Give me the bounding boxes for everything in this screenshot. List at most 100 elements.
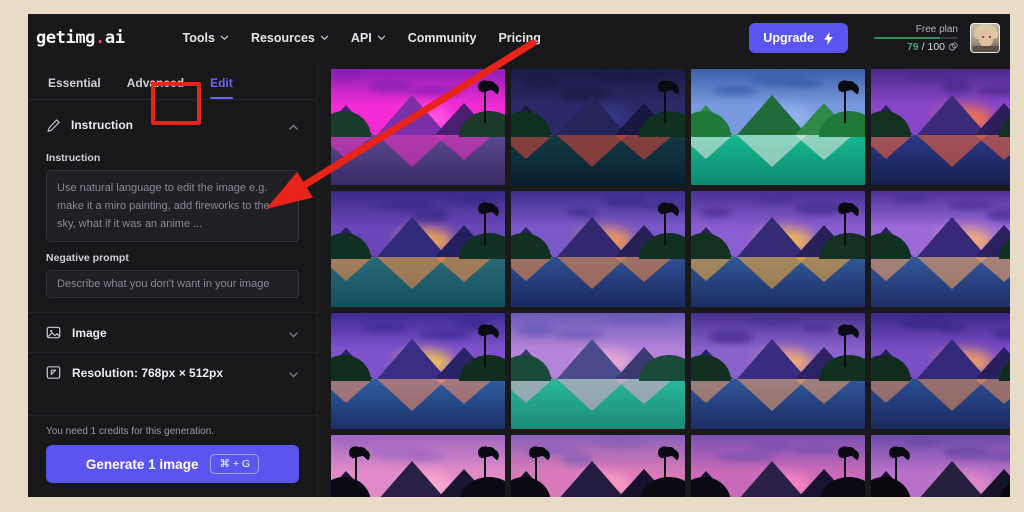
user-avatar[interactable] — [970, 23, 1000, 53]
brand-logo[interactable]: getimg.ai — [28, 28, 125, 48]
image-cloud — [715, 452, 775, 461]
nav-item-tools[interactable]: Tools — [183, 31, 229, 45]
nav-item-resources[interactable]: Resources — [251, 31, 329, 45]
image-cloud — [745, 316, 803, 325]
top-header: getimg.ai Tools Resources API Community — [28, 14, 1010, 62]
tab-edit-label: Edit — [210, 76, 233, 90]
instruction-section-title: Instruction — [71, 118, 133, 132]
image-palm-tree — [834, 199, 862, 245]
image-reflection — [691, 379, 733, 404]
image-section-row[interactable]: Image — [28, 312, 317, 352]
gallery-tile[interactable] — [511, 313, 685, 429]
palm-trunk — [844, 453, 846, 489]
chevron-up-icon — [288, 120, 299, 131]
image-cloud — [906, 438, 939, 447]
gallery-tile[interactable] — [331, 435, 505, 497]
nav-item-community[interactable]: Community — [408, 31, 477, 45]
gallery-tile[interactable] — [871, 69, 1010, 185]
gallery-tile[interactable] — [331, 191, 505, 307]
image-reflection — [615, 257, 673, 283]
negative-prompt-input[interactable] — [46, 270, 299, 298]
image-reflection — [871, 257, 913, 282]
generated-image — [871, 191, 1010, 307]
palm-trunk — [484, 331, 486, 367]
resolution-section-row[interactable]: Resolution: 768px × 512px — [28, 352, 317, 392]
nav-item-pricing[interactable]: Pricing — [498, 31, 540, 45]
image-reflection — [331, 257, 373, 282]
image-palm-tree — [345, 443, 373, 489]
generated-image — [331, 191, 505, 307]
chevron-down-icon — [320, 33, 329, 42]
credits-progress-fill — [874, 36, 941, 39]
main-nav: Tools Resources API Community Pricing — [183, 31, 541, 45]
gallery-tile[interactable] — [871, 435, 1010, 497]
image-section-label: Image — [72, 325, 107, 340]
generated-image — [511, 313, 685, 429]
gallery-tile[interactable] — [691, 435, 865, 497]
image-cloud — [405, 86, 461, 95]
gallery-tile[interactable] — [511, 435, 685, 497]
palm-trunk — [664, 453, 666, 489]
upgrade-button[interactable]: Upgrade — [749, 23, 848, 53]
image-palm-tree — [474, 443, 502, 489]
image-reflection — [691, 135, 733, 160]
image-palm-tree — [885, 443, 913, 489]
palm-trunk — [535, 453, 537, 489]
palm-trunk — [484, 453, 486, 489]
app-window: getimg.ai Tools Resources API Community — [28, 14, 1010, 497]
lightning-bolt-icon — [823, 31, 834, 45]
negative-prompt-label: Negative prompt — [46, 252, 129, 264]
image-reflection — [795, 135, 853, 161]
gallery-tile[interactable] — [511, 191, 685, 307]
image-reflection — [511, 257, 553, 282]
instruction-input[interactable] — [46, 170, 299, 242]
gallery-tile[interactable] — [691, 69, 865, 185]
tab-essential[interactable]: Essential — [48, 76, 101, 99]
palm-trunk — [355, 453, 357, 489]
logo-text: getimg — [36, 28, 96, 48]
tab-edit[interactable]: Edit — [210, 76, 233, 99]
instruction-label: Instruction — [46, 152, 101, 164]
gallery-tile[interactable] — [331, 69, 505, 185]
nav-label-community: Community — [407, 31, 477, 45]
gallery-tile[interactable] — [871, 191, 1010, 307]
image-palm-tree — [474, 77, 502, 123]
generate-footer: You need 1 credits for this generation. … — [28, 415, 317, 497]
gallery-tile[interactable] — [511, 69, 685, 185]
plan-usage[interactable]: Free plan 79 / 100 — [874, 24, 958, 53]
tab-advanced[interactable]: Advanced — [127, 76, 184, 99]
image-cloud — [752, 438, 791, 452]
gallery-tile[interactable] — [691, 191, 865, 307]
chevron-down-icon — [288, 327, 299, 338]
image-cloud — [713, 86, 757, 95]
image-cloud — [948, 201, 993, 210]
generated-image — [691, 191, 865, 307]
palm-trunk — [844, 87, 846, 123]
resolution-section-label: Resolution: 768px × 512px — [72, 365, 224, 380]
generated-image — [331, 435, 505, 497]
instruction-section-header[interactable]: Instruction — [28, 108, 317, 142]
generated-image — [511, 435, 685, 497]
image-palm-tree — [834, 77, 862, 123]
generated-image — [871, 69, 1010, 185]
generate-button[interactable]: Generate 1 image ⌘ + G — [46, 445, 299, 483]
image-cloud — [941, 79, 971, 93]
palm-trunk — [484, 209, 486, 245]
gallery-tile[interactable] — [691, 313, 865, 429]
image-cloud — [801, 323, 833, 332]
credits-used: 79 — [906, 40, 919, 53]
nav-item-api[interactable]: API — [351, 31, 386, 45]
generated-image — [871, 313, 1010, 429]
image-cloud — [936, 323, 967, 332]
image-palm-tree — [654, 77, 682, 123]
image-reflection — [615, 379, 673, 405]
screenshot-root: getimg.ai Tools Resources API Community — [0, 0, 1024, 512]
gallery-tile[interactable] — [871, 313, 1010, 429]
avatar-body — [973, 46, 999, 52]
nav-label-pricing: Pricing — [498, 31, 541, 45]
image-cloud — [892, 194, 929, 203]
gallery-tile[interactable] — [331, 313, 505, 429]
image-cloud — [331, 72, 361, 81]
palm-trunk — [844, 331, 846, 367]
